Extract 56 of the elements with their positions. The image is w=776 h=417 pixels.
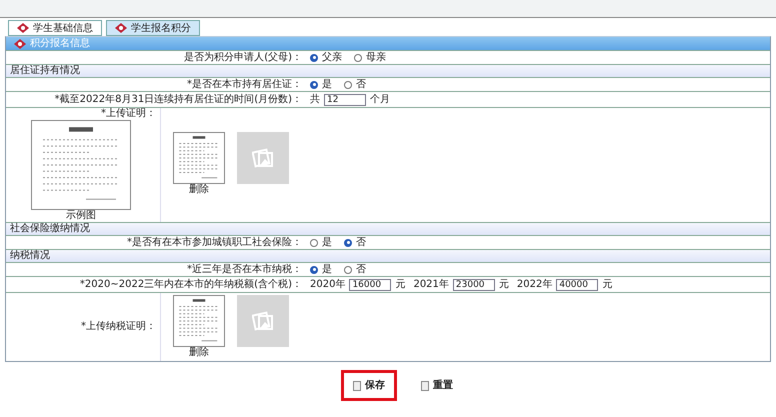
unit-label: 元 — [395, 278, 406, 292]
field-prefix: 2021年 — [413, 278, 449, 292]
field-label: *是否有在本市参加城镇职工社会保险： — [127, 236, 302, 248]
image-caption: 示例图 — [66, 210, 96, 222]
field-label: 是否为积分申请人(父母)： — [184, 52, 302, 64]
input-field[interactable]: 12 — [324, 94, 366, 106]
field-prefix: 2020年 — [310, 278, 346, 292]
radio-button[interactable] — [310, 80, 318, 88]
input-field[interactable]: 16000 — [349, 278, 392, 290]
input-field[interactable]: 23000 — [452, 278, 495, 290]
field-label: *是否在本市持有居住证： — [187, 78, 302, 90]
radio-button[interactable] — [354, 54, 362, 62]
radio-label: 否 — [356, 264, 366, 276]
delete-link[interactable]: 删除 — [189, 184, 209, 196]
delete-link[interactable]: 删除 — [189, 347, 209, 359]
radio-label: 是 — [322, 264, 332, 276]
field-label: *上传纳税证明： — [81, 321, 156, 333]
field-label: *2020~2022三年内在本市的年纳税额(含个税)： — [80, 278, 302, 290]
form-button[interactable]: 重置 — [417, 378, 457, 393]
diamond-icon — [115, 23, 127, 33]
radio-button[interactable] — [344, 80, 352, 88]
radio-button[interactable] — [344, 266, 352, 274]
radio-button[interactable] — [310, 238, 318, 246]
tab[interactable]: 学生基础信息 — [8, 20, 102, 36]
button-icon — [421, 380, 429, 390]
unit-label: 个月 — [370, 93, 390, 107]
input-field[interactable]: 40000 — [556, 278, 598, 290]
document-thumbnail — [173, 295, 225, 347]
diamond-icon — [17, 23, 29, 33]
unit-label: 元 — [602, 278, 612, 292]
field-prefix: 2022年 — [516, 278, 552, 292]
button-icon — [353, 380, 361, 390]
section-header: 社会保险缴纳情况 — [6, 222, 770, 235]
field-label: *近三年是否在本市纳税： — [187, 264, 302, 276]
field-label: *截至2022年8月31日连续持有居住证的时间(月份数)： — [54, 94, 302, 106]
section-header: 居住证持有情况 — [6, 64, 770, 77]
picture-icon — [252, 311, 274, 331]
radio-label: 父亲 — [322, 52, 342, 64]
radio-label: 是 — [322, 236, 332, 248]
panel-title: 积分报名信息 — [30, 36, 90, 51]
section-header: 纳税情况 — [6, 249, 770, 262]
unit-label: 元 — [498, 278, 509, 292]
diamond-icon — [14, 38, 26, 48]
document-thumbnail — [173, 132, 225, 184]
radio-button[interactable] — [344, 238, 352, 246]
radio-label: 否 — [356, 236, 366, 248]
radio-label: 母亲 — [366, 52, 386, 64]
picture-icon — [252, 148, 274, 168]
field-label: *上传证明： — [101, 108, 156, 120]
tab[interactable]: 学生报名积分 — [106, 20, 200, 36]
radio-label: 否 — [356, 78, 366, 90]
radio-button[interactable] — [310, 54, 318, 62]
radio-button[interactable] — [310, 266, 318, 274]
form-button[interactable]: 保存 — [349, 378, 389, 393]
field-prefix: 共 — [310, 92, 320, 107]
radio-label: 是 — [322, 78, 332, 90]
